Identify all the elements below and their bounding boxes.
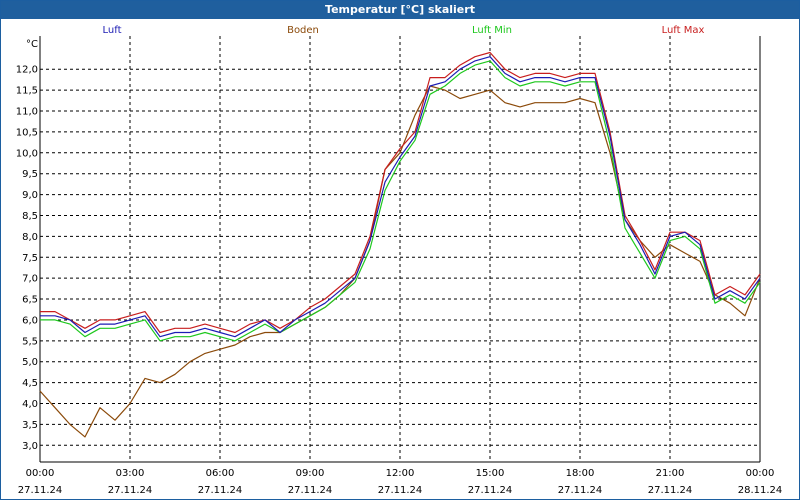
x-tick-time: 18:00 [566,468,595,479]
temperature-chart: Luft Boden Luft Min Luft Max 3,0 3,5 4,0 4,5 5,… [16,25,783,496]
y-tick-label: 10,5 [16,127,38,138]
y-axis-unit: °C [26,39,38,50]
legend-luft-min: Luft Min [472,25,512,36]
y-tick-label: 6,0 [22,315,38,326]
y-tick-label: 5,0 [22,357,38,368]
y-tick-label: 12,0 [16,65,38,76]
y-tick-label: 3,0 [22,441,38,452]
legend: Luft Boden Luft Min Luft Max [103,25,705,36]
x-tick-time: 21:00 [656,468,685,479]
grid-lines [40,36,760,462]
y-tick-label: 7,0 [22,274,38,285]
y-tick-label: 9,0 [22,190,38,201]
y-tick-label: 5,5 [22,336,38,347]
tick-labels: 3,0 3,5 4,0 4,5 5,0 5,5 6,0 6,5 7,0 7,5 8,0 8,5 9,0 9… [16,39,783,496]
x-tick-date: 27.11.24 [468,485,513,496]
x-tick-time: 03:00 [116,468,145,479]
y-tick-label: 8,5 [22,211,38,222]
x-tick-date: 27.11.24 [198,485,243,496]
x-tick-time: 06:00 [206,468,235,479]
x-tick-time: 00:00 [746,468,775,479]
x-tick-date: 27.11.24 [108,485,153,496]
x-tick-date: 27.11.24 [648,485,693,496]
x-tick-date: 27.11.24 [288,485,333,496]
x-tick-time: 15:00 [476,468,505,479]
y-tick-label: 4,0 [22,399,38,410]
y-tick-label: 4,5 [22,378,38,389]
y-tick-label: 7,5 [22,253,38,264]
y-tick-label: 6,5 [22,295,38,306]
x-tick-time: 09:00 [296,468,325,479]
x-tick-date: 28.11.24 [738,485,783,496]
y-tick-label: 9,5 [22,169,38,180]
y-tick-label: 11,5 [16,86,38,97]
x-tick-date: 27.11.24 [18,485,63,496]
y-tick-label: 8,0 [22,232,38,243]
y-tick-label: 10,0 [16,148,38,159]
x-tick-time: 12:00 [386,468,415,479]
x-tick-time: 00:00 [26,468,55,479]
legend-boden: Boden [287,25,319,36]
legend-luft-max: Luft Max [662,25,705,36]
y-tick-label: 11,0 [16,107,38,118]
legend-luft: Luft [103,25,122,36]
x-tick-date: 27.11.24 [378,485,423,496]
y-tick-label: 3,5 [22,420,38,431]
x-tick-date: 27.11.24 [558,485,603,496]
